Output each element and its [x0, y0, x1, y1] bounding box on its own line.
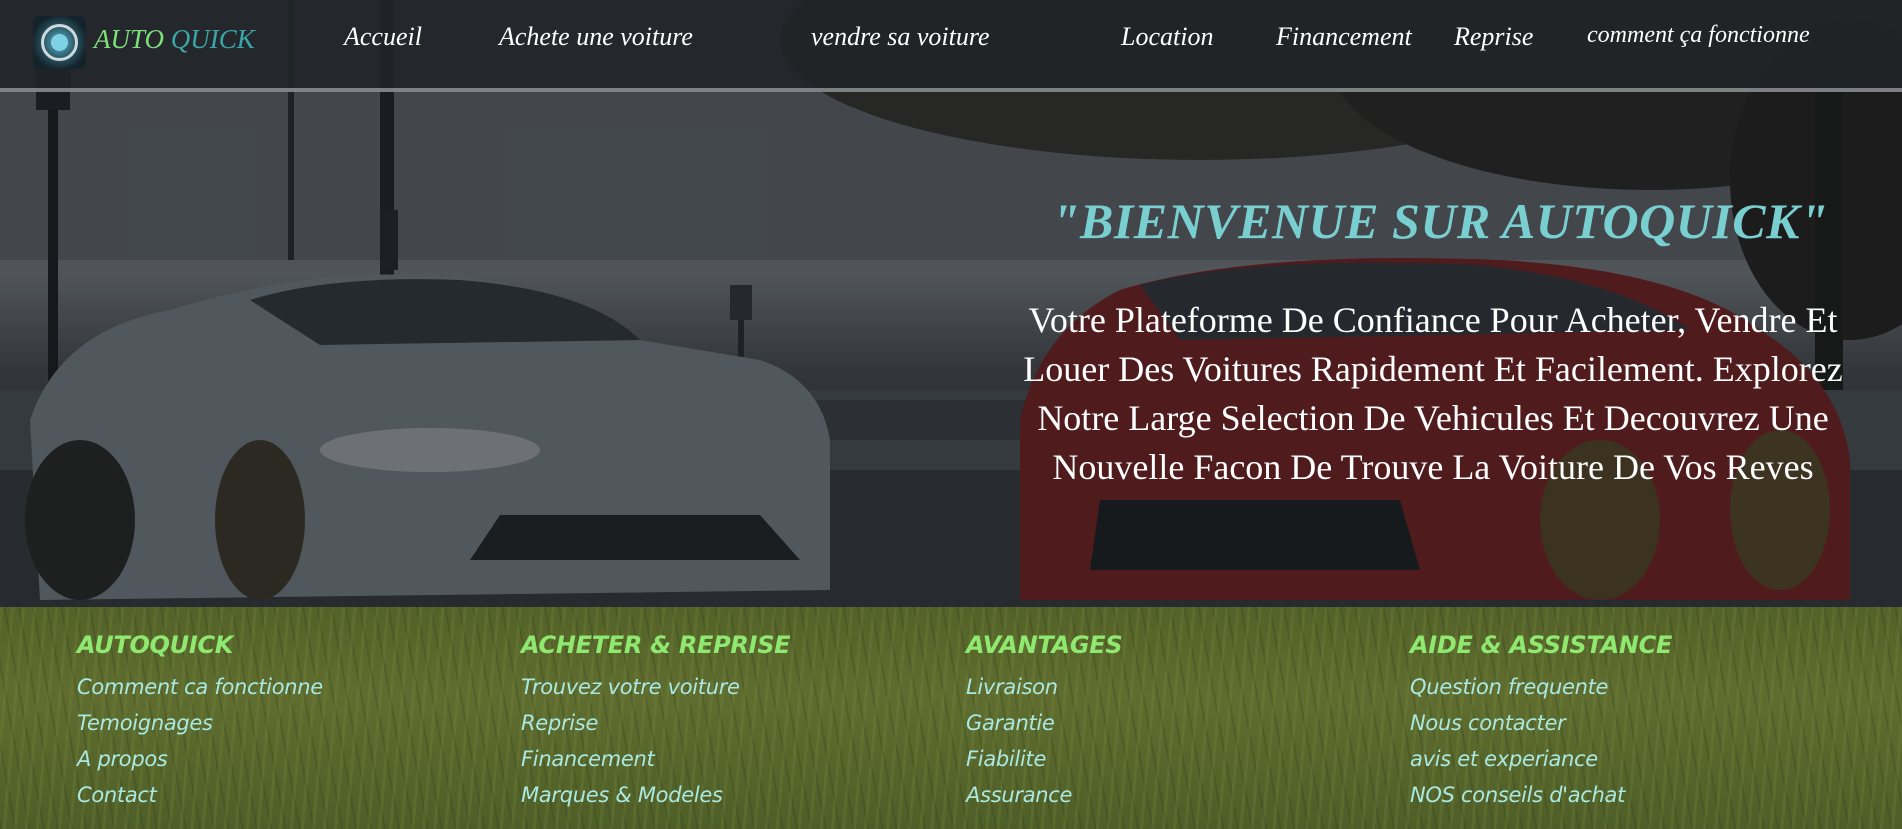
hero-text-line: Votre Plateforme De Confiance Pour Achet… — [1028, 300, 1838, 340]
nav-item-acheter[interactable]: Achete une voiture — [499, 22, 693, 52]
footer-heading: AIDE & ASSISTANCE — [1410, 631, 1673, 659]
brand-name-auto: AUTO — [94, 24, 165, 54]
hero-text-line: Notre Large Selection De Vehicules Et De… — [1037, 398, 1829, 438]
footer-link[interactable]: Fiabilite — [966, 741, 1122, 777]
navbar: AUTO QUICK Accueil Achete une voiture ve… — [0, 0, 1902, 92]
footer-link[interactable]: Assurance — [966, 777, 1122, 813]
logo-badge-icon[interactable] — [33, 16, 86, 69]
nav-item-location[interactable]: Location — [1121, 22, 1213, 52]
footer-link[interactable]: Reprise — [521, 705, 790, 741]
footer-column-autoquick: AUTOQUICK Comment ca fonctionne Temoigna… — [77, 631, 323, 813]
hero-title: "BIENVENUE SUR AUTOQUICK" — [1051, 193, 1829, 249]
footer-heading: AUTOQUICK — [77, 631, 234, 659]
nav-item-comment[interactable]: comment ça fonctionne — [1587, 22, 1810, 49]
footer-heading: AVANTAGES — [966, 631, 1123, 659]
footer-link[interactable]: avis et experiance — [1410, 741, 1672, 777]
footer-column-acheter-reprise: ACHETER & REPRISE Trouvez votre voiture … — [521, 631, 791, 813]
nav-item-accueil[interactable]: Accueil — [344, 22, 422, 52]
footer-link[interactable]: NOS conseils d'achat — [1410, 777, 1672, 813]
nav-item-financement[interactable]: Financement — [1276, 22, 1412, 52]
footer-heading: ACHETER & REPRISE — [521, 631, 791, 659]
brand-name[interactable]: AUTO QUICK — [94, 24, 255, 55]
footer-link[interactable]: Financement — [521, 741, 790, 777]
footer-link[interactable]: Contact — [77, 777, 323, 813]
footer-link[interactable]: Marques & Modeles — [521, 777, 790, 813]
footer-link[interactable]: Livraison — [966, 669, 1122, 705]
hero-text-line: Nouvelle Facon De Trouve La Voiture De V… — [1052, 447, 1814, 487]
footer-link[interactable]: Temoignages — [77, 705, 323, 741]
brand-name-quick: QUICK — [170, 24, 255, 54]
logo-core — [51, 34, 68, 51]
footer-link[interactable]: Question frequente — [1410, 669, 1672, 705]
hero-description: Votre Plateforme De Confiance Pour Achet… — [968, 296, 1898, 492]
footer-column-avantages: AVANTAGES Livraison Garantie Fiabilite A… — [966, 631, 1123, 813]
footer-link[interactable]: A propos — [77, 741, 323, 777]
footer-link[interactable]: Trouvez votre voiture — [521, 669, 790, 705]
nav-item-vendre[interactable]: vendre sa voiture — [811, 22, 990, 52]
footer-column-aide-assistance: AIDE & ASSISTANCE Question frequente Nou… — [1410, 631, 1672, 813]
footer-link[interactable]: Comment ca fonctionne — [77, 669, 323, 705]
footer: AUTOQUICK Comment ca fonctionne Temoigna… — [0, 607, 1902, 829]
footer-link[interactable]: Nous contacter — [1410, 705, 1672, 741]
hero-text-line: Louer Des Voitures Rapidement Et Facilem… — [1023, 349, 1843, 389]
nav-item-reprise[interactable]: Reprise — [1454, 22, 1533, 52]
footer-link[interactable]: Garantie — [966, 705, 1122, 741]
